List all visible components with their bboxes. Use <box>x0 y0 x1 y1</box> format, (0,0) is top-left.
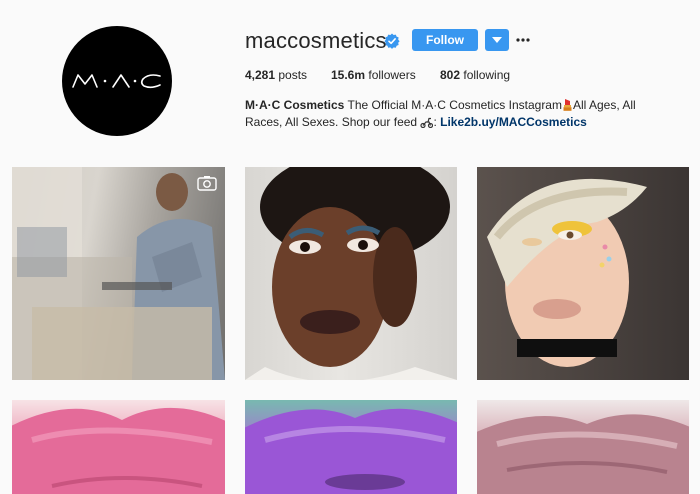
camera-icon <box>197 176 217 191</box>
profile-username: maccosmetics <box>245 28 387 53</box>
bio-link[interactable]: Like2b.uy/MACCosmetics <box>440 115 587 129</box>
post-3-image <box>487 178 647 367</box>
followers-count: 15.6m <box>331 68 366 82</box>
following-count: 802 <box>440 68 461 82</box>
stat-followers[interactable]: 15.6m followers <box>331 68 416 82</box>
post-thumbnail-2[interactable] <box>245 167 457 380</box>
posts-count: 4,281 <box>245 68 276 82</box>
lipstick-emoji-icon <box>563 99 572 111</box>
post-1-image <box>12 167 225 380</box>
stat-posts: 4,281 posts <box>245 68 307 82</box>
followers-label: followers <box>368 68 416 82</box>
post-thumbnail-3[interactable] <box>477 167 689 380</box>
bio-full-name: M·A·C Cosmetics <box>245 98 345 112</box>
following-label: following <box>463 68 511 82</box>
more-options-button[interactable] <box>515 30 531 50</box>
profile-avatar[interactable] <box>62 26 172 136</box>
post-6-image <box>477 414 689 494</box>
verified-badge-icon <box>384 33 400 49</box>
suggestions-dropdown-button[interactable] <box>485 29 509 51</box>
more-options-icon <box>516 38 530 42</box>
posts-label: posts <box>278 68 308 82</box>
chevron-down-icon <box>492 37 502 43</box>
post-thumbnail-4[interactable] <box>12 400 225 494</box>
post-5-image <box>245 408 457 494</box>
stat-following[interactable]: 802 following <box>440 68 510 82</box>
scooter-emoji-icon <box>420 117 434 128</box>
post-thumbnail-6[interactable] <box>477 400 689 494</box>
profile-bio: M·A·C Cosmetics The Official M·A·C Cosme… <box>245 97 675 131</box>
bio-text-1: The Official M·A·C Cosmetics Instagram <box>347 98 562 112</box>
post-thumbnail-5[interactable] <box>245 400 457 494</box>
post-2-image <box>245 167 457 380</box>
follow-button[interactable]: Follow <box>412 29 478 51</box>
post-thumbnail-1[interactable] <box>12 167 225 380</box>
mac-logo <box>72 74 161 89</box>
post-4-image <box>12 407 225 494</box>
